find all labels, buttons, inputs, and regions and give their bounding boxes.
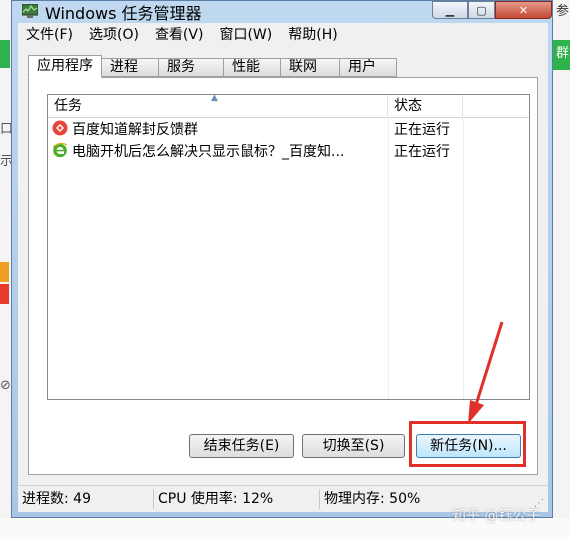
tab-applications[interactable]: 应用程序 <box>28 55 102 78</box>
watermark: 知乎 @钰公子 <box>452 508 541 524</box>
annotation-arrow <box>468 321 504 424</box>
